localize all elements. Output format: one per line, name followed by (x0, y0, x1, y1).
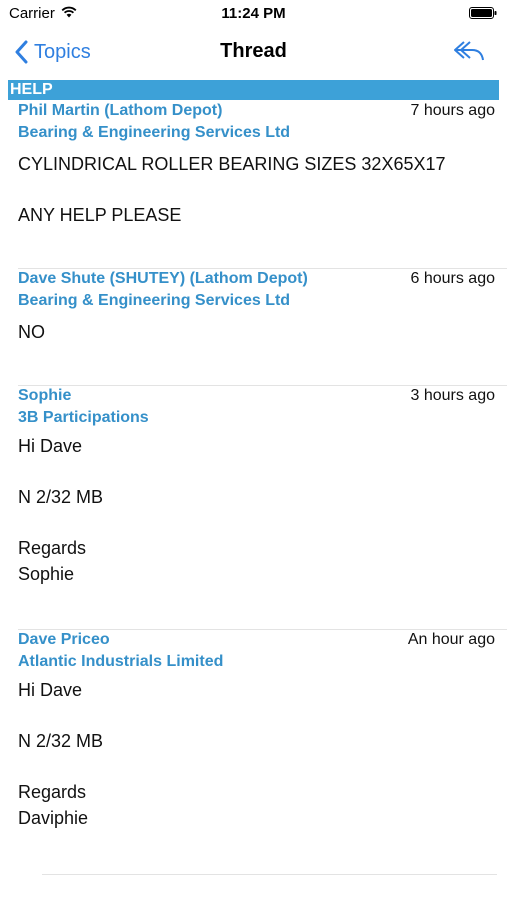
post-body: NO (18, 322, 45, 342)
post-timestamp: 6 hours ago (410, 270, 495, 287)
post-company: Atlantic Industrials Limited (18, 653, 224, 670)
post-timestamp: 3 hours ago (410, 387, 495, 404)
post-body: Hi Dave N 2/32 MB Regards Sophie (18, 436, 104, 584)
post-company: Bearing & Engineering Services Ltd (18, 124, 291, 141)
post: Sophie 3B Participations 3 hours ago Hi … (0, 387, 507, 625)
post-author[interactable]: Dave Shute (SHUTEY) (Lathom Depot) (18, 270, 308, 288)
post: Phil Martin (Lathom Depot) Bearing & Eng… (0, 102, 507, 266)
divider (18, 385, 507, 386)
navigation-bar: Topics Thread (0, 28, 507, 76)
page-title: Thread (220, 40, 287, 62)
post-timestamp: 7 hours ago (410, 102, 495, 119)
divider (18, 268, 507, 269)
battery-icon (469, 7, 497, 19)
post-body: Hi Dave N 2/32 MB Regards Daviphie (18, 680, 104, 828)
post-timestamp: An hour ago (407, 631, 495, 648)
post-body: CYLINDRICAL ROLLER BEARING SIZES 32X65X1… (18, 154, 446, 225)
post: Dave Shute (SHUTEY) (Lathom Depot) Beari… (0, 270, 507, 382)
post-author[interactable]: Sophie (18, 387, 71, 405)
post-company: Bearing & Engineering Services Ltd (18, 292, 291, 309)
post-author[interactable]: Phil Martin (Lathom Depot) (18, 102, 222, 120)
topic-header: HELP (8, 80, 499, 100)
status-bar: Carrier 11:24 PM (0, 0, 507, 28)
reply-icon[interactable] (451, 38, 485, 64)
divider (42, 874, 497, 875)
clock: 11:24 PM (221, 5, 286, 22)
post: Dave Priceo Atlantic Industrials Limited… (0, 631, 507, 867)
post-company: 3B Participations (18, 409, 149, 426)
post-author[interactable]: Dave Priceo (18, 631, 110, 649)
divider (18, 629, 507, 630)
